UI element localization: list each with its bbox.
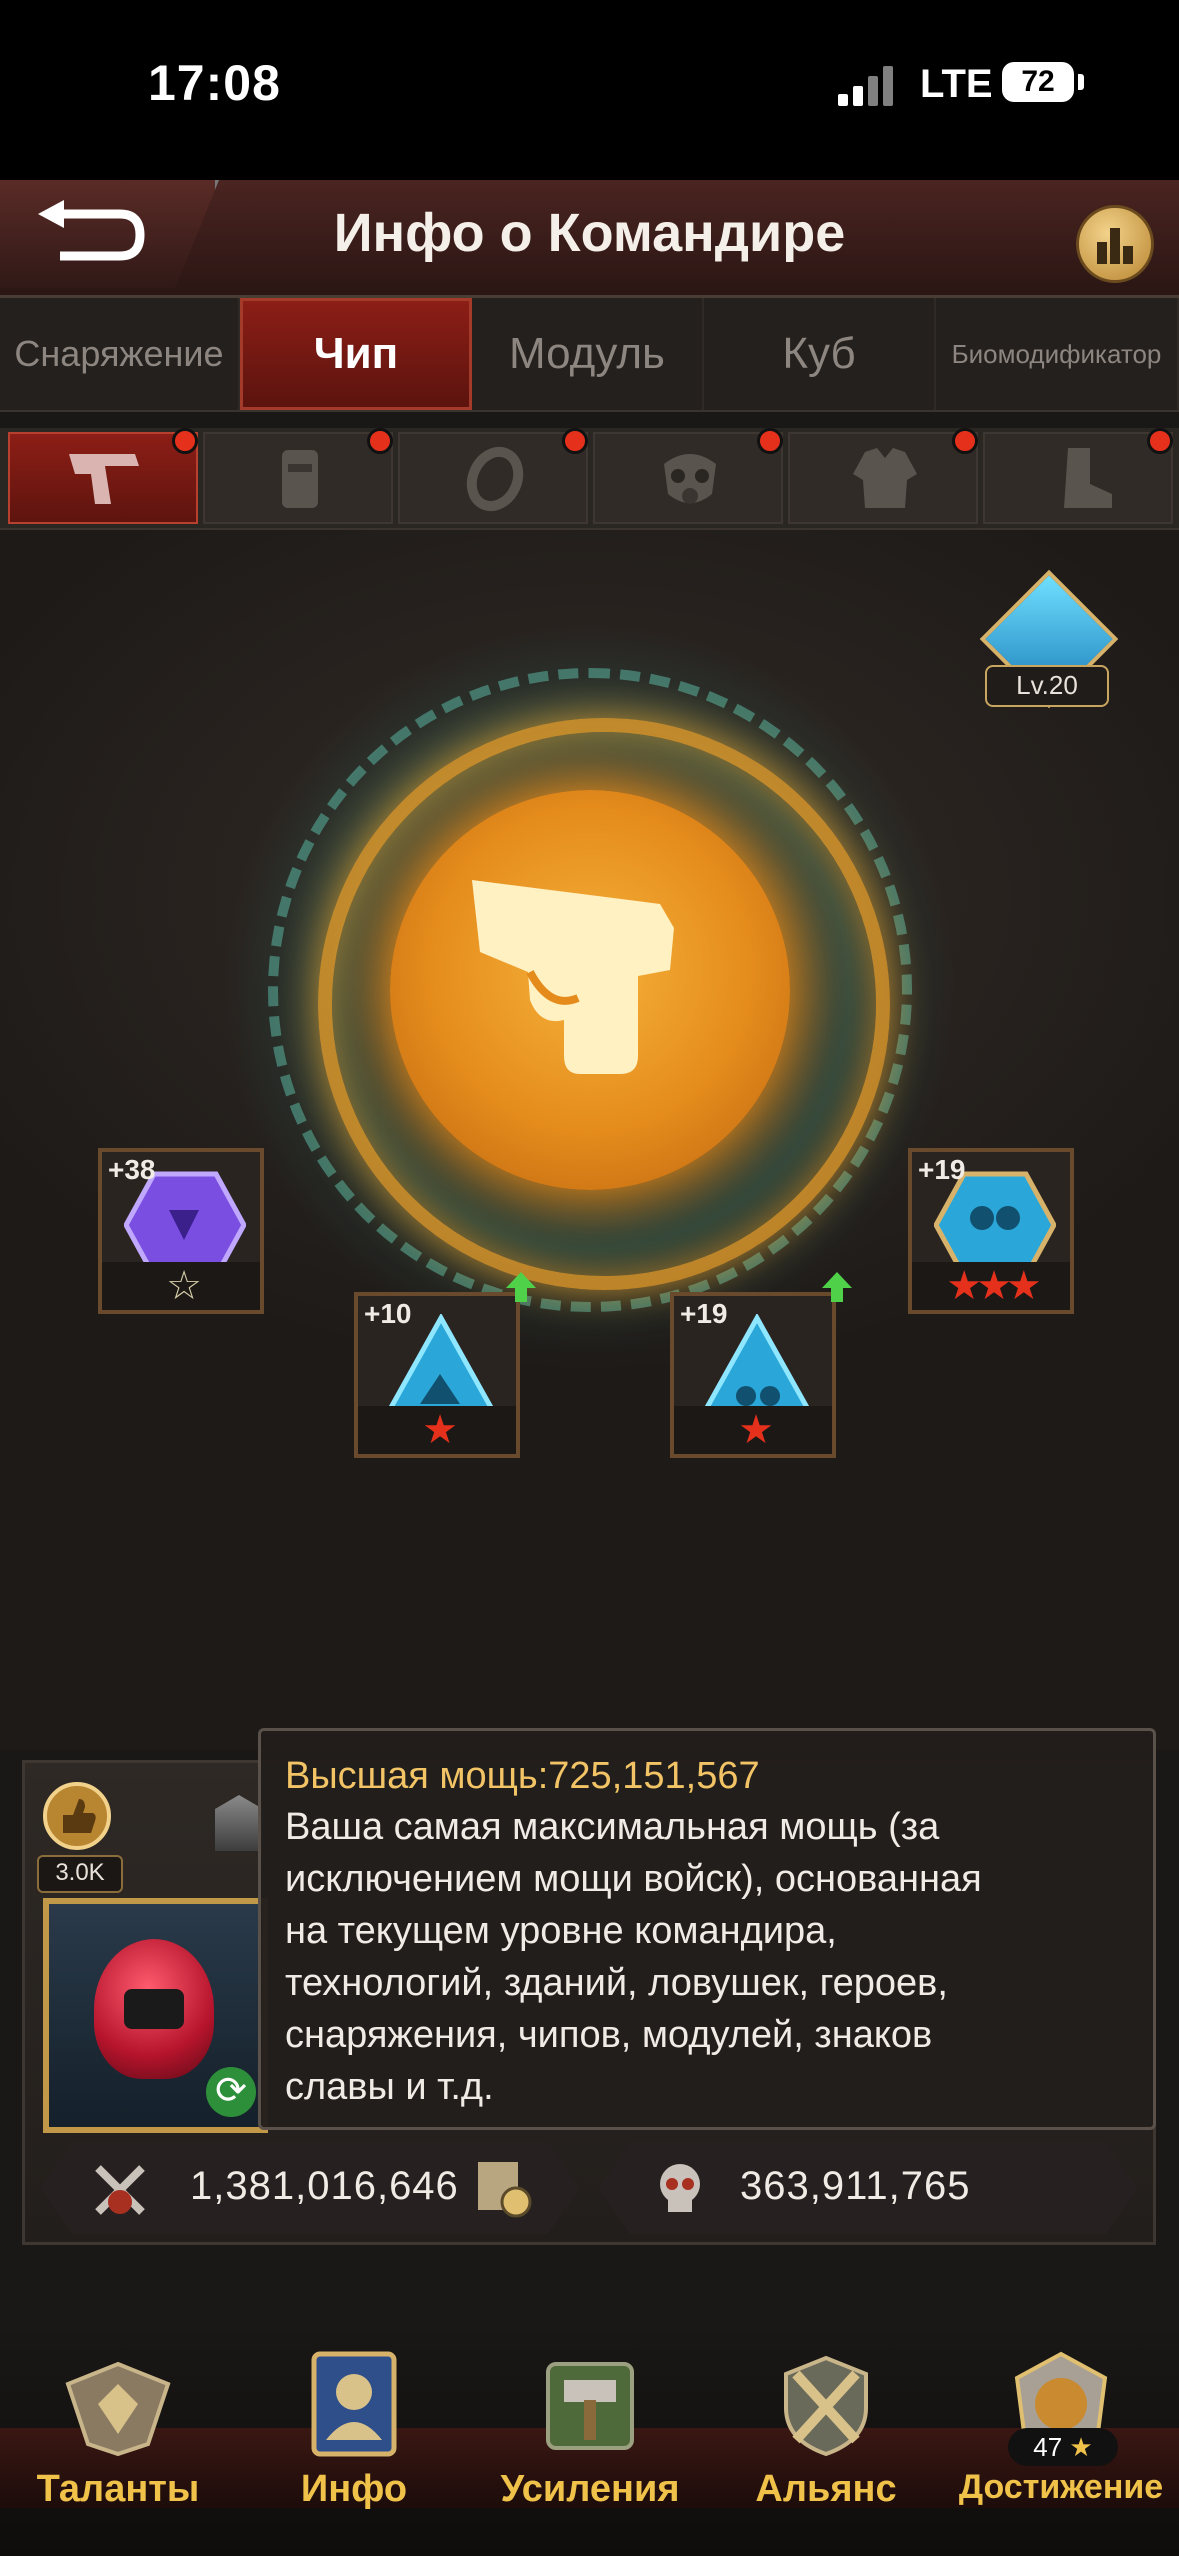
commander-avatar[interactable]: ⟳: [43, 1898, 268, 2133]
level-label: Lv.20: [985, 665, 1109, 707]
chip-slot-center-left[interactable]: +10 ★: [354, 1292, 520, 1458]
header: Инфо о Командире: [0, 180, 1179, 298]
tooltip-title: Высшая мощь:725,151,567: [285, 1755, 760, 1797]
nav-label: Альянс: [755, 2468, 897, 2510]
crossed-swords-shield-icon: [784, 2355, 868, 2457]
tooltip-line: технологий, зданий, ловушек, героев,: [285, 1962, 948, 2004]
power-value: 1,381,016,646: [190, 2164, 459, 2208]
thumbs-up-icon[interactable]: [37, 1781, 117, 1851]
star-icon: ★: [738, 1408, 774, 1452]
tooltip-line: Ваша самая максимальная мощь (за: [285, 1806, 940, 1848]
ring-icon: [466, 446, 524, 512]
tooltip-line: исключением мощи войск), основанная: [285, 1858, 982, 1900]
power-tooltip: Высшая мощь:725,151,567 Ваша самая макси…: [258, 1728, 1156, 2130]
slot-tab-gas-mask[interactable]: [593, 428, 783, 524]
visor: [124, 1989, 184, 2029]
achievement-count-value: 47: [1033, 2432, 1063, 2462]
eagle-wings-icon: [65, 2361, 171, 2457]
pistol-icon: [69, 454, 139, 504]
building-clock-icon[interactable]: [472, 2156, 536, 2220]
refresh-icon[interactable]: ⟳: [206, 2067, 256, 2117]
notification-dot: [757, 428, 783, 454]
skull-icon: [660, 2164, 700, 2212]
chip-level: +10: [364, 1298, 412, 1329]
tab-cube[interactable]: Куб: [704, 298, 936, 410]
star-icon: ★: [1069, 2432, 1093, 2462]
tooltip-line: славы и т.д.: [285, 2066, 494, 2108]
upgrade-arrow-icon: [822, 1272, 852, 1302]
tab-bar: Снаряжение Чип Модуль Куб Биомодификатор: [0, 298, 1179, 412]
battery-tip: [1078, 74, 1084, 90]
clock: 17:08: [148, 55, 281, 111]
chip-level: +38: [108, 1154, 156, 1185]
rank-icon[interactable]: [215, 1795, 263, 1851]
profile-card-icon: [311, 2351, 397, 2457]
nav-label: Инфо: [300, 2468, 408, 2510]
kills-value: 363,911,765: [740, 2164, 971, 2208]
hammer-icon: [546, 2362, 634, 2450]
weapon-core[interactable]: [390, 790, 790, 1190]
battery-icon: 72: [1002, 62, 1074, 102]
chip-stage: Lv.20 +38 ☆ +10 ★ +19 ★ +19 ★★★: [0, 530, 1179, 1750]
page-title: Инфо о Командире: [333, 203, 846, 263]
armor-icon: [853, 448, 917, 508]
signal-icon: [838, 64, 898, 106]
chip-slot-center-right[interactable]: +19 ★: [670, 1292, 836, 1458]
tab-module[interactable]: Модуль: [472, 298, 704, 410]
nav-talents[interactable]: Таланты: [0, 2320, 236, 2556]
tab-equipment[interactable]: Снаряжение: [0, 298, 240, 410]
nav-label: Таланты: [36, 2468, 200, 2510]
upgrade-arrow-icon: [506, 1272, 536, 1302]
chip-slot-right[interactable]: +19 ★★★: [908, 1148, 1074, 1314]
gas-mask-icon: [664, 454, 716, 504]
slot-tab-pistol[interactable]: [8, 428, 198, 524]
slot-tab-armor[interactable]: [788, 428, 978, 524]
tooltip-line: на текущем уровне командира,: [285, 1910, 837, 1952]
bottom-nav: Таланты Инфо Усиления Альянс 47 ★ Достиж…: [0, 2320, 1179, 2556]
tab-chip[interactable]: Чип: [240, 298, 472, 410]
star-icon: ★: [422, 1408, 458, 1452]
nav-achievements[interactable]: 47 ★ Достижение: [943, 2320, 1179, 2556]
nav-alliance[interactable]: Альянс: [708, 2320, 944, 2556]
chip-level: +19: [918, 1154, 966, 1185]
slot-tabs: [0, 428, 1179, 530]
notification-dot: [1147, 428, 1173, 454]
notification-dot: [952, 428, 978, 454]
notification-dot: [172, 428, 198, 454]
status-bar: 17:08 LTE 72: [0, 0, 1179, 180]
golden-pistol-icon: [472, 880, 674, 1074]
notification-dot: [562, 428, 588, 454]
star-icon: ☆: [166, 1264, 202, 1308]
bar-chart-icon: [1097, 228, 1133, 264]
vest-icon: [282, 450, 318, 508]
nav-info[interactable]: Инфо: [236, 2320, 472, 2556]
slot-tab-ring[interactable]: [398, 428, 588, 524]
chip-slot-left[interactable]: +38 ☆: [98, 1148, 264, 1314]
tab-biomodifier[interactable]: Биомодификатор: [936, 298, 1179, 410]
nav-boosts[interactable]: Усиления: [472, 2320, 708, 2556]
boot-icon: [1064, 448, 1112, 508]
network-label: LTE: [920, 62, 993, 106]
notification-dot: [367, 428, 393, 454]
nav-label: Усиления: [500, 2468, 680, 2510]
crossed-swords-icon: [95, 2165, 145, 2215]
like-count: 3.0K: [37, 1855, 123, 1893]
stats-button[interactable]: [1076, 205, 1154, 283]
stat-row: 1,381,016,646 363,911,765: [40, 2142, 1140, 2242]
chip-level: +19: [680, 1298, 728, 1329]
tooltip-line: снаряжения, чипов, модулей, знаков: [285, 2014, 933, 2056]
nav-label: Достижение: [958, 2468, 1164, 2506]
achievement-count: 47 ★: [1008, 2428, 1118, 2466]
stars-icon: ★★★: [946, 1264, 1042, 1308]
slot-tab-boot[interactable]: [983, 428, 1173, 524]
chip-level-badge[interactable]: Lv.20: [979, 569, 1119, 715]
slot-tab-vest[interactable]: [203, 428, 393, 524]
